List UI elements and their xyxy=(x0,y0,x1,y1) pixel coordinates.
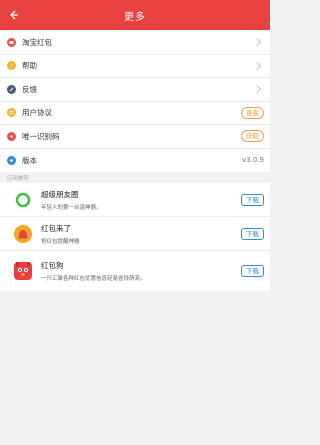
menu-item-taobao-redpacket[interactable]: 淘宝红包 xyxy=(0,31,270,55)
chevron-right-icon xyxy=(252,38,262,47)
menu-item-unique-id: 唯一识别码 获取 xyxy=(0,125,270,149)
view-agreement-button[interactable]: 查看 xyxy=(241,106,264,119)
feedback-pen-icon xyxy=(7,84,16,94)
dog-app-icon xyxy=(12,260,34,282)
menu-label: 用户协议 xyxy=(22,108,52,118)
download-button[interactable]: 下载 xyxy=(241,193,264,206)
app-description: 一只汇聚各种红包优惠信息轻易省钱萌宠。 xyxy=(41,276,146,282)
ring-app-icon xyxy=(12,189,34,211)
menu-item-version: 版本 v3.0.9 xyxy=(0,149,270,173)
menu-label: 帮助 xyxy=(22,61,37,71)
back-arrow-icon xyxy=(10,10,18,20)
version-value: v3.0.9 xyxy=(242,156,264,165)
unique-id-icon xyxy=(7,131,16,141)
back-button[interactable] xyxy=(6,7,22,23)
settings-list: 淘宝红包 ? 帮助 反馈 用户协议 查看 唯一识别码 获取 版本 v3.0.9 xyxy=(0,31,270,172)
menu-item-user-agreement: 用户协议 查看 xyxy=(0,102,270,125)
chevron-right-icon xyxy=(252,85,262,94)
section-header-recommended-apps: 应用推荐 xyxy=(0,172,270,183)
get-unique-id-button[interactable]: 获取 xyxy=(241,130,264,143)
app-description: 抢红包提醒神器 xyxy=(41,238,80,245)
menu-label: 版本 xyxy=(22,155,37,165)
version-icon xyxy=(7,155,16,165)
app-item-super-moments: 超级朋友圈 年轻人的第一台温神器。 下载 xyxy=(0,183,270,217)
app-name: 红包狗 xyxy=(41,261,64,270)
app-name: 红包来了 xyxy=(41,223,71,233)
recommended-apps-list: 超级朋友圈 年轻人的第一台温神器。 下载 红包来了 抢红包提醒神器 下载 红包狗… xyxy=(0,183,270,291)
app-name: 超级朋友圈 xyxy=(41,189,79,199)
top-bar: 更多 xyxy=(0,0,270,30)
app-description: 年轻人的第一台温神器。 xyxy=(41,204,102,211)
svg-text:?: ? xyxy=(10,64,13,69)
app-item-redpacket-dog: 红包狗 一只汇聚各种红包优惠信息轻易省钱萌宠。 下载 xyxy=(0,251,270,291)
redpacket-icon xyxy=(7,37,16,47)
agreement-icon xyxy=(7,108,16,118)
download-button[interactable]: 下载 xyxy=(241,227,264,240)
page-title: 更多 xyxy=(124,11,146,23)
menu-item-help[interactable]: ? 帮助 xyxy=(0,55,270,78)
download-button[interactable]: 下载 xyxy=(241,265,264,277)
menu-item-feedback[interactable]: 反馈 xyxy=(0,78,270,102)
chevron-right-icon xyxy=(252,61,262,70)
bell-app-icon xyxy=(12,223,34,245)
help-icon: ? xyxy=(7,61,16,71)
menu-label: 反馈 xyxy=(22,84,37,94)
menu-label: 淘宝红包 xyxy=(22,37,52,47)
menu-label: 唯一识别码 xyxy=(22,131,60,141)
app-item-redpacket-coming: 红包来了 抢红包提醒神器 下载 xyxy=(0,217,270,251)
